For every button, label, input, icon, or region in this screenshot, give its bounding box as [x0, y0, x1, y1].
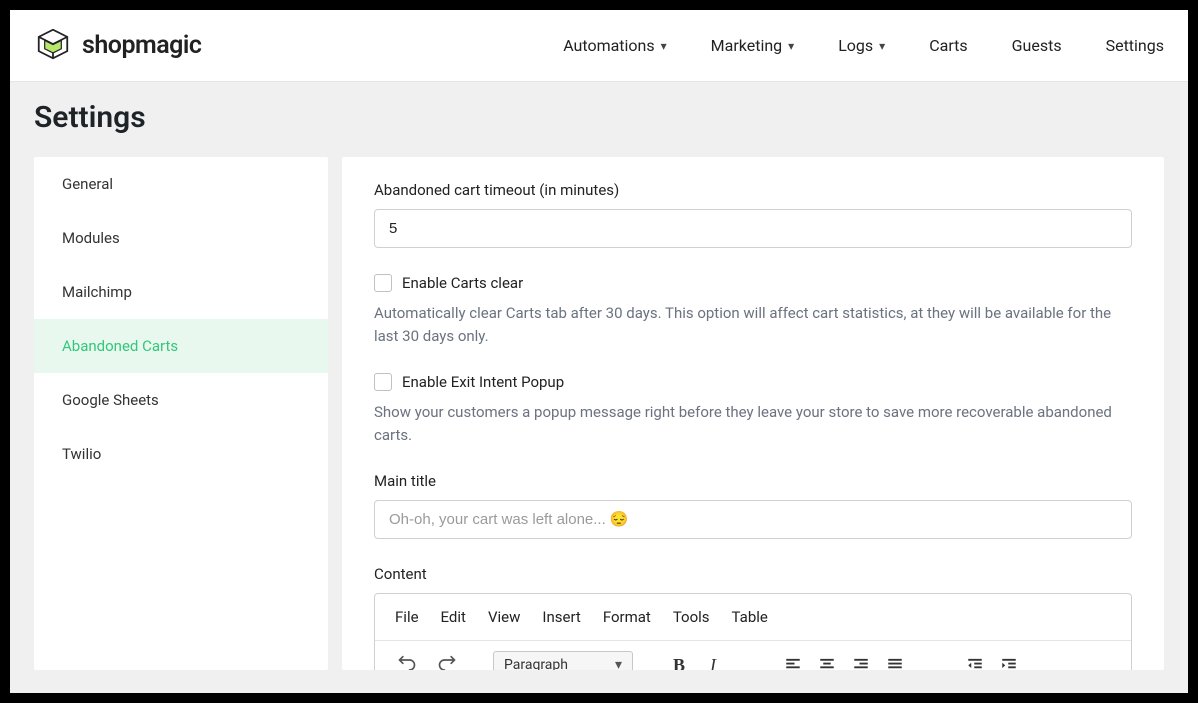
align-right-button[interactable]: [847, 651, 875, 670]
enable-exit-label: Enable Exit Intent Popup: [402, 373, 564, 391]
editor-toolbar: Paragraph B I: [375, 641, 1131, 670]
nav-guests[interactable]: Guests: [1012, 36, 1062, 55]
sidebar-item-label: Google Sheets: [62, 391, 159, 409]
timeout-input[interactable]: [374, 209, 1132, 248]
align-center-button[interactable]: [813, 651, 841, 670]
align-justify-button[interactable]: [881, 651, 909, 670]
field-enable-exit: Enable Exit Intent Popup Show your custo…: [374, 373, 1132, 446]
nav-settings-label: Settings: [1106, 36, 1164, 55]
align-left-button[interactable]: [779, 651, 807, 670]
brand-name: shopmagic: [82, 31, 201, 60]
timeout-label: Abandoned cart timeout (in minutes): [374, 181, 1132, 199]
logo[interactable]: shopmagic: [34, 25, 201, 67]
sidebar-item-abandoned-carts[interactable]: Abandoned Carts: [34, 319, 328, 373]
page-title: Settings: [34, 100, 1164, 135]
chevron-down-icon: ▾: [661, 39, 667, 53]
undo-button[interactable]: [393, 651, 421, 670]
nav-logs[interactable]: Logs ▾: [838, 36, 885, 55]
logo-icon: [34, 25, 72, 67]
nav-carts-label: Carts: [929, 36, 967, 55]
editor-menu-tools[interactable]: Tools: [673, 608, 710, 626]
outdent-button[interactable]: [961, 651, 989, 670]
enable-exit-help: Show your customers a popup message righ…: [374, 401, 1132, 446]
align-right-icon: [852, 656, 870, 670]
editor-menu-insert[interactable]: Insert: [542, 608, 580, 626]
block-format-value: Paragraph: [504, 657, 568, 670]
editor-menu-file[interactable]: File: [395, 608, 419, 626]
nav-automations[interactable]: Automations ▾: [563, 36, 666, 55]
editor-menu-table[interactable]: Table: [732, 608, 768, 626]
main-title-label: Main title: [374, 472, 1132, 490]
sidebar-item-twilio[interactable]: Twilio: [34, 427, 328, 481]
field-enable-clear: Enable Carts clear Automatically clear C…: [374, 274, 1132, 347]
nav-guests-label: Guests: [1012, 36, 1062, 55]
editor-menu-view[interactable]: View: [488, 608, 520, 626]
field-timeout: Abandoned cart timeout (in minutes): [374, 181, 1132, 248]
editor-menu-edit[interactable]: Edit: [441, 608, 466, 626]
nav-marketing[interactable]: Marketing ▾: [711, 36, 795, 55]
nav-automations-label: Automations: [563, 36, 654, 55]
undo-icon: [397, 655, 417, 670]
nav-settings[interactable]: Settings: [1106, 36, 1164, 55]
main-nav: Automations ▾ Marketing ▾ Logs ▾ Carts G…: [563, 36, 1164, 55]
bold-icon: B: [673, 655, 685, 671]
header: shopmagic Automations ▾ Marketing ▾ Logs…: [10, 10, 1188, 82]
sidebar-item-label: Mailchimp: [62, 283, 132, 301]
bold-button[interactable]: B: [665, 651, 693, 670]
app-root: shopmagic Automations ▾ Marketing ▾ Logs…: [10, 10, 1188, 693]
block-format-select[interactable]: Paragraph: [493, 651, 633, 670]
page-title-bar: Settings: [10, 82, 1188, 157]
sidebar-item-label: Twilio: [62, 445, 101, 463]
rich-editor: File Edit View Insert Format Tools Table: [374, 593, 1132, 670]
nav-marketing-label: Marketing: [711, 36, 782, 55]
sidebar-item-modules[interactable]: Modules: [34, 211, 328, 265]
chevron-down-icon: ▾: [879, 39, 885, 53]
redo-icon: [437, 655, 457, 670]
editor-menubar: File Edit View Insert Format Tools Table: [375, 594, 1131, 641]
redo-button[interactable]: [433, 651, 461, 670]
align-left-icon: [784, 656, 802, 670]
field-main-title: Main title: [374, 472, 1132, 539]
indent-button[interactable]: [995, 651, 1023, 670]
sidebar-item-general[interactable]: General: [34, 157, 328, 211]
settings-panel: Abandoned cart timeout (in minutes) Enab…: [342, 157, 1164, 670]
field-content: Content File Edit View Insert Format Too…: [374, 565, 1132, 670]
sidebar-item-mailchimp[interactable]: Mailchimp: [34, 265, 328, 319]
sidebar-item-label: Abandoned Carts: [62, 337, 178, 355]
main-title-input[interactable]: [374, 500, 1132, 539]
editor-menu-format[interactable]: Format: [603, 608, 651, 626]
enable-exit-checkbox[interactable]: [374, 373, 392, 391]
align-justify-icon: [886, 656, 904, 670]
enable-clear-label: Enable Carts clear: [402, 274, 523, 292]
nav-logs-label: Logs: [838, 36, 873, 55]
chevron-down-icon: ▾: [788, 39, 794, 53]
outdent-icon: [966, 656, 984, 670]
italic-button[interactable]: I: [699, 651, 727, 670]
align-center-icon: [818, 656, 836, 670]
sidebar-item-label: General: [62, 175, 113, 193]
enable-clear-checkbox[interactable]: [374, 274, 392, 292]
content-label: Content: [374, 565, 1132, 583]
indent-icon: [1000, 656, 1018, 670]
sidebar-item-label: Modules: [62, 229, 120, 247]
nav-carts[interactable]: Carts: [929, 36, 967, 55]
content: General Modules Mailchimp Abandoned Cart…: [10, 157, 1188, 693]
italic-icon: I: [710, 655, 716, 671]
sidebar-item-google-sheets[interactable]: Google Sheets: [34, 373, 328, 427]
enable-clear-help: Automatically clear Carts tab after 30 d…: [374, 302, 1132, 347]
settings-sidebar: General Modules Mailchimp Abandoned Cart…: [34, 157, 328, 670]
